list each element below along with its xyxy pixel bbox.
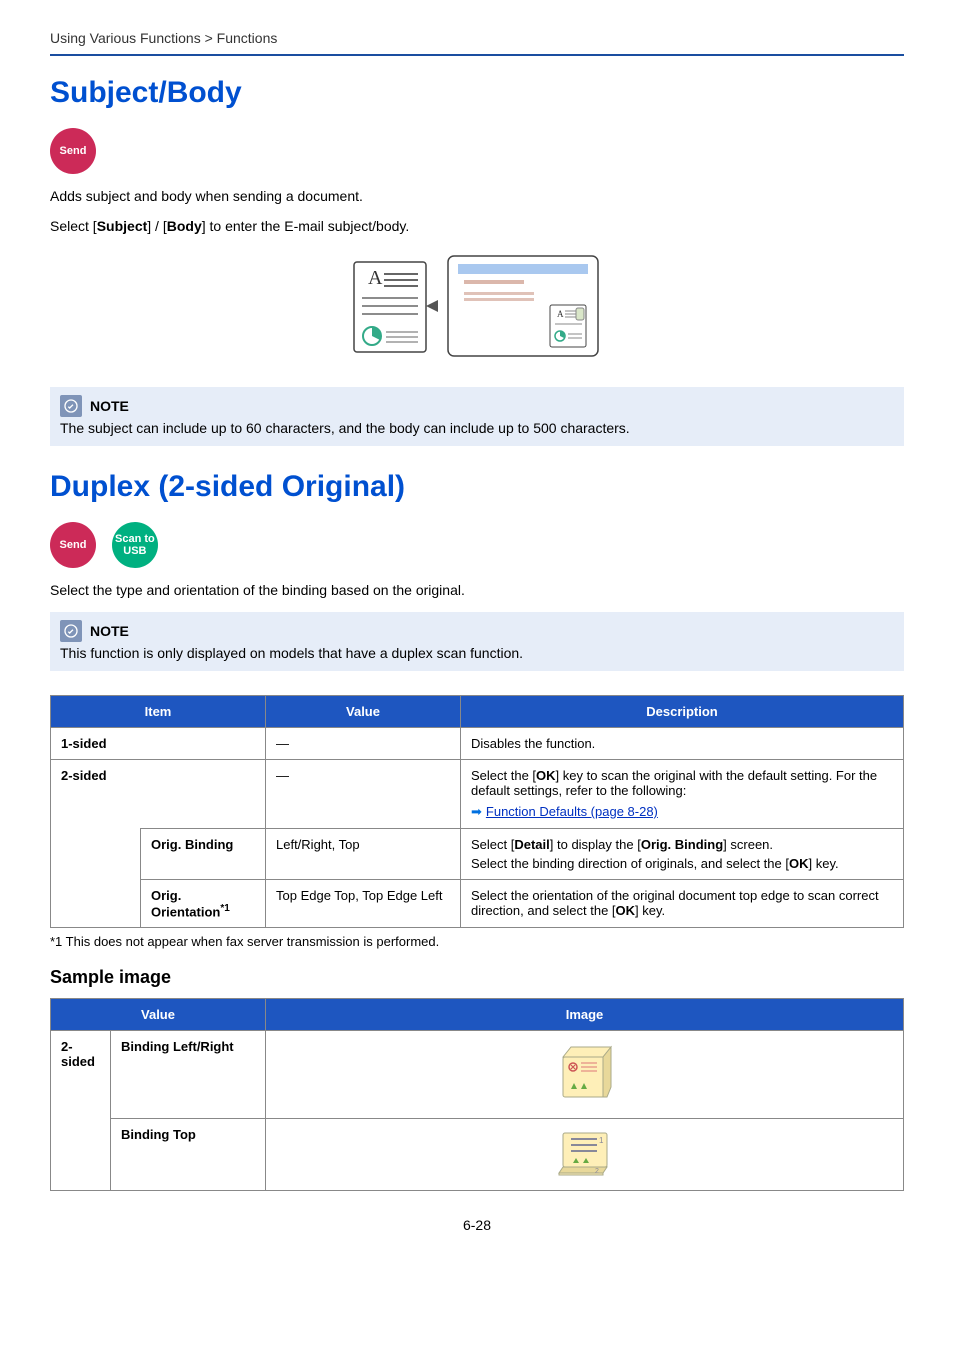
text: Select the [ xyxy=(471,768,536,783)
sample-image-table: Value Image 2-sided Binding Left/Right xyxy=(50,998,904,1191)
cell-item: Orig. Binding xyxy=(141,829,266,880)
note-label: NOTE xyxy=(90,398,129,414)
text: Select [ xyxy=(50,218,97,234)
th-item: Item xyxy=(51,696,266,728)
text: ] screen. xyxy=(723,837,773,852)
page-number: 6-28 xyxy=(50,1217,904,1233)
note-label: NOTE xyxy=(90,623,129,639)
text: ] to display the [ xyxy=(550,837,641,852)
text: ] key. xyxy=(808,856,838,871)
svg-text:A: A xyxy=(368,267,383,289)
subject-body-diagram: A A xyxy=(50,250,904,363)
cell-item: 2-sided xyxy=(51,760,266,829)
binding-top-icon: 1 2 xyxy=(555,1129,615,1177)
label-body: Body xyxy=(167,218,202,234)
label-ok: OK xyxy=(536,768,556,783)
note-icon xyxy=(60,620,82,642)
sample-image-heading: Sample image xyxy=(50,967,904,988)
table-row: 2-sided — Select the [OK] key to scan th… xyxy=(51,760,904,829)
cell-value: — xyxy=(266,728,461,760)
text: Select the binding direction of original… xyxy=(471,856,789,871)
note-box-duplex: NOTE This function is only displayed on … xyxy=(50,612,904,671)
link-function-defaults[interactable]: Function Defaults (page 8-28) xyxy=(486,804,658,819)
note-body: The subject can include up to 60 charact… xyxy=(60,420,894,436)
table-row: Binding Top 1 2 xyxy=(51,1119,904,1191)
text: ] to enter the E-mail subject/body. xyxy=(202,218,410,234)
table-row: Orig. Orientation*1 Top Edge Top, Top Ed… xyxy=(51,880,904,928)
footnote: *1 This does not appear when fax server … xyxy=(50,934,904,949)
cell-spacer xyxy=(51,880,141,928)
table-row: 2-sided Binding Left/Right xyxy=(51,1031,904,1119)
text: Select the orientation of the original d… xyxy=(471,888,879,918)
note-box-subject: NOTE The subject can include up to 60 ch… xyxy=(50,387,904,446)
label-subject: Subject xyxy=(97,218,148,234)
cell-value: Left/Right, Top xyxy=(266,829,461,880)
cell-sub: Binding Top xyxy=(111,1119,266,1191)
badge-row: Send Scan to USB xyxy=(50,522,904,568)
label-orig-binding: Orig. Binding xyxy=(641,837,723,852)
heading-duplex: Duplex (2-sided Original) xyxy=(50,470,904,504)
divider xyxy=(50,54,904,56)
text: ] / [ xyxy=(147,218,166,234)
cell-item: Orig. Orientation*1 xyxy=(141,880,266,928)
link-arrow-icon: ➡ xyxy=(471,804,482,819)
svg-text:1: 1 xyxy=(599,1136,604,1145)
breadcrumb: Using Various Functions > Functions xyxy=(50,30,904,54)
duplex-table: Item Value Description 1-sided — Disable… xyxy=(50,695,904,928)
th-desc: Description xyxy=(461,696,904,728)
send-badge: Send xyxy=(50,128,96,174)
cell-value: — xyxy=(266,760,461,829)
cell-desc: Disables the function. xyxy=(461,728,904,760)
label-ok: OK xyxy=(616,903,636,918)
th-value: Value xyxy=(51,999,266,1031)
cell-spacer xyxy=(51,829,141,880)
text: Select [ xyxy=(471,837,514,852)
note-body: This function is only displayed on model… xyxy=(60,645,894,661)
cell-spacer xyxy=(51,1119,111,1191)
th-image: Image xyxy=(266,999,904,1031)
cell-item: 1-sided xyxy=(51,728,266,760)
table-row: Orig. Binding Left/Right, Top Select [De… xyxy=(51,829,904,880)
subject-body-intro: Adds subject and body when sending a doc… xyxy=(50,188,904,204)
footnote-ref: *1 xyxy=(220,903,229,914)
heading-subject-body: Subject/Body xyxy=(50,76,904,110)
cell-image: 1 2 xyxy=(266,1119,904,1191)
subject-body-select: Select [Subject] / [Body] to enter the E… xyxy=(50,218,904,234)
cell-main: 2-sided xyxy=(51,1031,111,1119)
label-ok: OK xyxy=(789,856,809,871)
send-badge: Send xyxy=(50,522,96,568)
cell-desc: Select the [OK] key to scan the original… xyxy=(461,760,904,829)
svg-text:A: A xyxy=(557,309,564,319)
svg-text:2: 2 xyxy=(595,1168,599,1175)
text: ] key. xyxy=(635,903,665,918)
cell-image xyxy=(266,1031,904,1119)
cell-desc: Select [Detail] to display the [Orig. Bi… xyxy=(461,829,904,880)
item-label: Orig. Orientation xyxy=(151,888,220,919)
note-icon xyxy=(60,395,82,417)
th-value: Value xyxy=(266,696,461,728)
cell-sub: Binding Left/Right xyxy=(111,1031,266,1119)
scan-to-usb-badge: Scan to USB xyxy=(112,522,158,568)
binding-left-right-icon xyxy=(557,1045,613,1101)
badge-row: Send xyxy=(50,128,904,174)
duplex-intro: Select the type and orientation of the b… xyxy=(50,582,904,598)
table-row: 1-sided — Disables the function. xyxy=(51,728,904,760)
cell-value: Top Edge Top, Top Edge Left xyxy=(266,880,461,928)
label-detail: Detail xyxy=(514,837,549,852)
cell-desc: Select the orientation of the original d… xyxy=(461,880,904,928)
